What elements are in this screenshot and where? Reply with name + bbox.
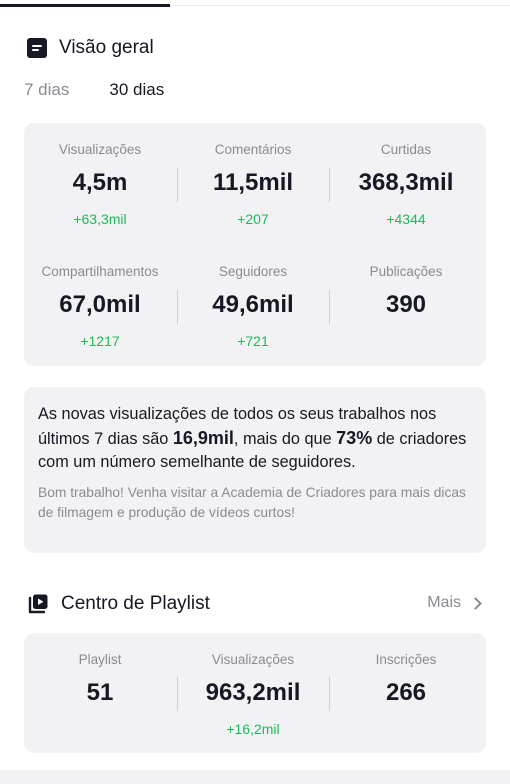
- playlist-metric-subscriptions[interactable]: Inscrições 266: [331, 652, 481, 707]
- overview-header: Visão geral: [27, 37, 154, 59]
- metric-value: 49,6mil: [212, 291, 294, 318]
- metric-delta: +207: [237, 211, 269, 227]
- metric-label: Comentários: [214, 142, 292, 157]
- metric-value: 390: [385, 291, 427, 318]
- metric-divider: [329, 290, 330, 324]
- insight-highlight-views: 16,9mil: [172, 427, 234, 448]
- playlist-metric-views[interactable]: Visualizações 963,2mil +16,2mil: [178, 652, 328, 737]
- playlist-title: Centro de Playlist: [61, 593, 210, 614]
- metric-value: 963,2mil: [205, 679, 301, 706]
- insight-text: As novas visualizações de todos os seus …: [38, 403, 472, 475]
- bottom-divider: [0, 770, 510, 784]
- metric-value: 266: [385, 679, 427, 706]
- metric-posts[interactable]: Publicações 390: [331, 264, 481, 319]
- top-divider: [170, 5, 510, 6]
- metric-followers[interactable]: Seguidores 49,6mil +721: [178, 264, 328, 349]
- metric-value: 368,3mil: [358, 169, 454, 196]
- metric-value: 51: [86, 679, 114, 706]
- playlist-metric-playlists[interactable]: Playlist 51: [25, 652, 175, 707]
- metric-label: Playlist: [78, 652, 122, 667]
- metric-label: Compartilhamentos: [41, 264, 159, 279]
- overview-metrics-card: Visualizações 4,5m +63,3mil Comentários …: [24, 123, 486, 366]
- insight-card: As novas visualizações de todos os seus …: [24, 387, 486, 553]
- metric-label: Curtidas: [380, 142, 432, 157]
- metric-label: Visualizações: [58, 142, 142, 157]
- playlist-header: Centro de Playlist: [27, 593, 210, 615]
- metric-label: Inscrições: [375, 652, 437, 667]
- creator-analytics-screen: Visão geral 7 dias 30 dias Visualizações…: [0, 0, 510, 784]
- metric-delta: +63,3mil: [73, 211, 127, 227]
- metric-value: 4,5m: [72, 169, 128, 196]
- playlist-more-link[interactable]: Mais: [427, 594, 482, 612]
- more-label: Mais: [427, 594, 461, 611]
- metric-label: Seguidores: [218, 264, 288, 279]
- chevron-right-icon: [469, 596, 482, 610]
- metric-delta: +16,2mil: [226, 721, 280, 737]
- metric-delta: +1217: [80, 333, 120, 349]
- metric-value: 67,0mil: [59, 291, 141, 318]
- metric-label: Publicações: [369, 264, 443, 279]
- tab-7-days[interactable]: 7 dias: [24, 80, 69, 100]
- metric-shares[interactable]: Compartilhamentos 67,0mil +1217: [25, 264, 175, 349]
- insight-highlight-percent: 73%: [336, 427, 373, 448]
- metric-divider: [329, 168, 330, 202]
- metric-comments[interactable]: Comentários 11,5mil +207: [178, 142, 328, 227]
- overview-title: Visão geral: [59, 37, 154, 58]
- insight-text-part: , mais do que: [233, 429, 337, 448]
- metric-views[interactable]: Visualizações 4,5m +63,3mil: [25, 142, 175, 227]
- period-tabs: 7 dias 30 dias: [24, 80, 164, 100]
- metric-likes[interactable]: Curtidas 368,3mil +4344: [331, 142, 481, 227]
- metric-delta: +4344: [386, 211, 426, 227]
- overview-doc-icon: [27, 38, 47, 58]
- active-tab-indicator: [0, 4, 170, 7]
- playlist-play-icon: [28, 594, 48, 614]
- metric-value: 11,5mil: [212, 169, 294, 196]
- tab-30-days[interactable]: 30 dias: [109, 80, 164, 100]
- insight-tip[interactable]: Bom trabalho! Venha visitar a Academia d…: [38, 483, 472, 523]
- metric-divider: [329, 677, 330, 711]
- playlist-metrics-card: Playlist 51 Visualizações 963,2mil +16,2…: [24, 633, 486, 753]
- metric-delta: +721: [237, 333, 269, 349]
- metric-label: Visualizações: [211, 652, 295, 667]
